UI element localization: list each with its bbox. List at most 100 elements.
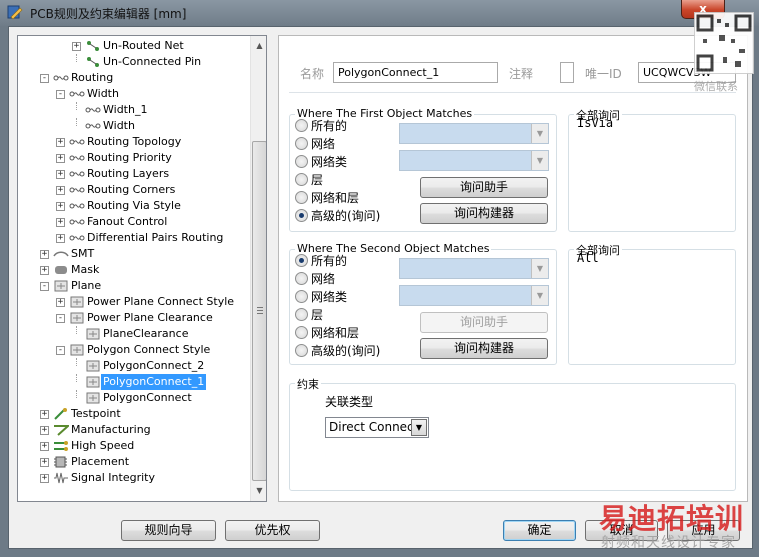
tree-item[interactable]: PolygonConnect_1 xyxy=(18,374,248,390)
tree-item[interactable]: PolygonConnect xyxy=(18,390,248,406)
tree-item[interactable]: + Placement xyxy=(18,454,248,470)
radio-button-icon[interactable] xyxy=(295,173,308,186)
connect-type-dropdown[interactable]: Direct Connect ▼ xyxy=(325,417,429,438)
second_match-radio-option[interactable]: 网络和层 xyxy=(295,325,359,341)
tree-item[interactable]: + SMT xyxy=(18,246,248,262)
expand-icon[interactable]: + xyxy=(56,154,65,163)
radio-button-icon[interactable] xyxy=(295,155,308,168)
first-query-helper-button[interactable]: 询问助手 xyxy=(420,177,548,198)
tree-item[interactable]: Width xyxy=(18,118,248,134)
second-full-query-text[interactable]: All xyxy=(577,251,599,265)
tree-item[interactable]: + Testpoint xyxy=(18,406,248,422)
radio-button-icon[interactable] xyxy=(295,191,308,204)
first-query-builder-button[interactable]: 询问构建器 xyxy=(420,203,548,224)
tree-item[interactable]: - Routing xyxy=(18,70,248,86)
collapse-icon[interactable]: - xyxy=(56,90,65,99)
expand-icon[interactable]: + xyxy=(40,442,49,451)
expand-icon[interactable]: + xyxy=(56,170,65,179)
tree-item[interactable]: + Routing Topology xyxy=(18,134,248,150)
collapse-icon[interactable]: - xyxy=(40,74,49,83)
tree-item[interactable]: + Signal Integrity xyxy=(18,470,248,486)
scroll-up-icon[interactable]: ▲ xyxy=(251,38,266,54)
name-field[interactable]: PolygonConnect_1 xyxy=(333,62,498,83)
expand-icon[interactable]: + xyxy=(56,202,65,211)
expand-icon[interactable]: + xyxy=(56,218,65,227)
comment-field[interactable] xyxy=(560,62,574,83)
tree-item[interactable]: PolygonConnect_2 xyxy=(18,358,248,374)
collapse-icon[interactable]: - xyxy=(56,314,65,323)
priorities-button[interactable]: 优先权 xyxy=(225,520,320,541)
tree-connector xyxy=(76,326,77,334)
collapse-icon[interactable]: - xyxy=(56,346,65,355)
tree-item[interactable]: PlaneClearance xyxy=(18,326,248,342)
tree-item[interactable]: - Polygon Connect Style xyxy=(18,342,248,358)
second_match-radio-option[interactable]: 层 xyxy=(295,307,323,323)
tree-item[interactable]: + Differential Pairs Routing xyxy=(18,230,248,246)
expand-icon[interactable]: + xyxy=(56,138,65,147)
tree-item-label: Differential Pairs Routing xyxy=(87,231,224,244)
tree-item[interactable]: + Un-Routed Net xyxy=(18,38,248,54)
first_match-radio-option[interactable]: 网络和层 xyxy=(295,190,359,206)
pcb-editor-icon xyxy=(7,5,23,20)
ok-button[interactable]: 确定 xyxy=(503,520,576,541)
first_match-radio-option[interactable]: 高级的(询问) xyxy=(295,208,380,224)
second_match-radio-option[interactable]: 网络类 xyxy=(295,289,347,305)
radio-button-icon[interactable] xyxy=(295,290,308,303)
tree-connector xyxy=(76,102,77,110)
tree-item[interactable]: - Plane xyxy=(18,278,248,294)
tree-item[interactable]: + Power Plane Connect Style xyxy=(18,294,248,310)
radio-button-icon[interactable] xyxy=(295,209,308,222)
training-watermark: 易迪拓培训 射频和天线设计专家 xyxy=(599,497,751,551)
second_match-radio-option[interactable]: 高级的(询问) xyxy=(295,343,380,359)
expand-icon[interactable]: + xyxy=(40,458,49,467)
expand-icon[interactable]: + xyxy=(56,298,65,307)
tree-item[interactable]: Width_1 xyxy=(18,102,248,118)
scroll-down-icon[interactable]: ▼ xyxy=(251,483,266,499)
tree-item[interactable]: + Routing Corners xyxy=(18,182,248,198)
collapse-icon[interactable]: - xyxy=(40,282,49,291)
second_match-radio-option[interactable]: 所有的 xyxy=(295,253,347,269)
second_match-radio-option[interactable]: 网络 xyxy=(295,271,335,287)
expand-icon[interactable]: + xyxy=(56,234,65,243)
radio-button-icon[interactable] xyxy=(295,137,308,150)
expand-icon[interactable]: + xyxy=(56,186,65,195)
smt-icon xyxy=(53,247,69,261)
tree-item[interactable]: + Fanout Control xyxy=(18,214,248,230)
expand-icon[interactable]: + xyxy=(40,426,49,435)
rule-wizard-button[interactable]: 规则向导 xyxy=(121,520,216,541)
tree-item[interactable]: - Power Plane Clearance xyxy=(18,310,248,326)
second-netclass-combo[interactable]: ▼ xyxy=(399,285,549,306)
tree-item[interactable]: + Routing Priority xyxy=(18,150,248,166)
first-full-query-text[interactable]: IsVia xyxy=(577,116,613,130)
tree-scrollbar[interactable]: ▲ ▼ xyxy=(250,36,266,501)
second-query-builder-button[interactable]: 询问构建器 xyxy=(420,338,548,359)
radio-button-icon[interactable] xyxy=(295,119,308,132)
first-net-combo[interactable]: ▼ xyxy=(399,123,549,144)
first_match-radio-option[interactable]: 网络类 xyxy=(295,154,347,170)
tree-item[interactable]: + Routing Via Style xyxy=(18,198,248,214)
expand-icon[interactable]: + xyxy=(40,410,49,419)
first_match-radio-option[interactable]: 所有的 xyxy=(295,118,347,134)
radio-button-icon[interactable] xyxy=(295,326,308,339)
tree-item-label: PlaneClearance xyxy=(103,327,189,340)
scroll-thumb[interactable] xyxy=(252,141,266,481)
radio-button-icon[interactable] xyxy=(295,344,308,357)
second-query-helper-button[interactable]: 询问助手 xyxy=(420,312,548,333)
radio-button-icon[interactable] xyxy=(295,254,308,267)
tree-item[interactable]: + Mask xyxy=(18,262,248,278)
expand-icon[interactable]: + xyxy=(40,474,49,483)
expand-icon[interactable]: + xyxy=(40,250,49,259)
tree-item[interactable]: + Manufacturing xyxy=(18,422,248,438)
expand-icon[interactable]: + xyxy=(40,266,49,275)
tree-item[interactable]: - Width xyxy=(18,86,248,102)
second-net-combo[interactable]: ▼ xyxy=(399,258,549,279)
tree-item[interactable]: + Routing Layers xyxy=(18,166,248,182)
first_match-radio-option[interactable]: 网络 xyxy=(295,136,335,152)
tree-item[interactable]: + High Speed xyxy=(18,438,248,454)
first_match-radio-option[interactable]: 层 xyxy=(295,172,323,188)
first-netclass-combo[interactable]: ▼ xyxy=(399,150,549,171)
radio-button-icon[interactable] xyxy=(295,308,308,321)
expand-icon[interactable]: + xyxy=(72,42,81,51)
tree-item[interactable]: Un-Connected Pin xyxy=(18,54,248,70)
radio-button-icon[interactable] xyxy=(295,272,308,285)
